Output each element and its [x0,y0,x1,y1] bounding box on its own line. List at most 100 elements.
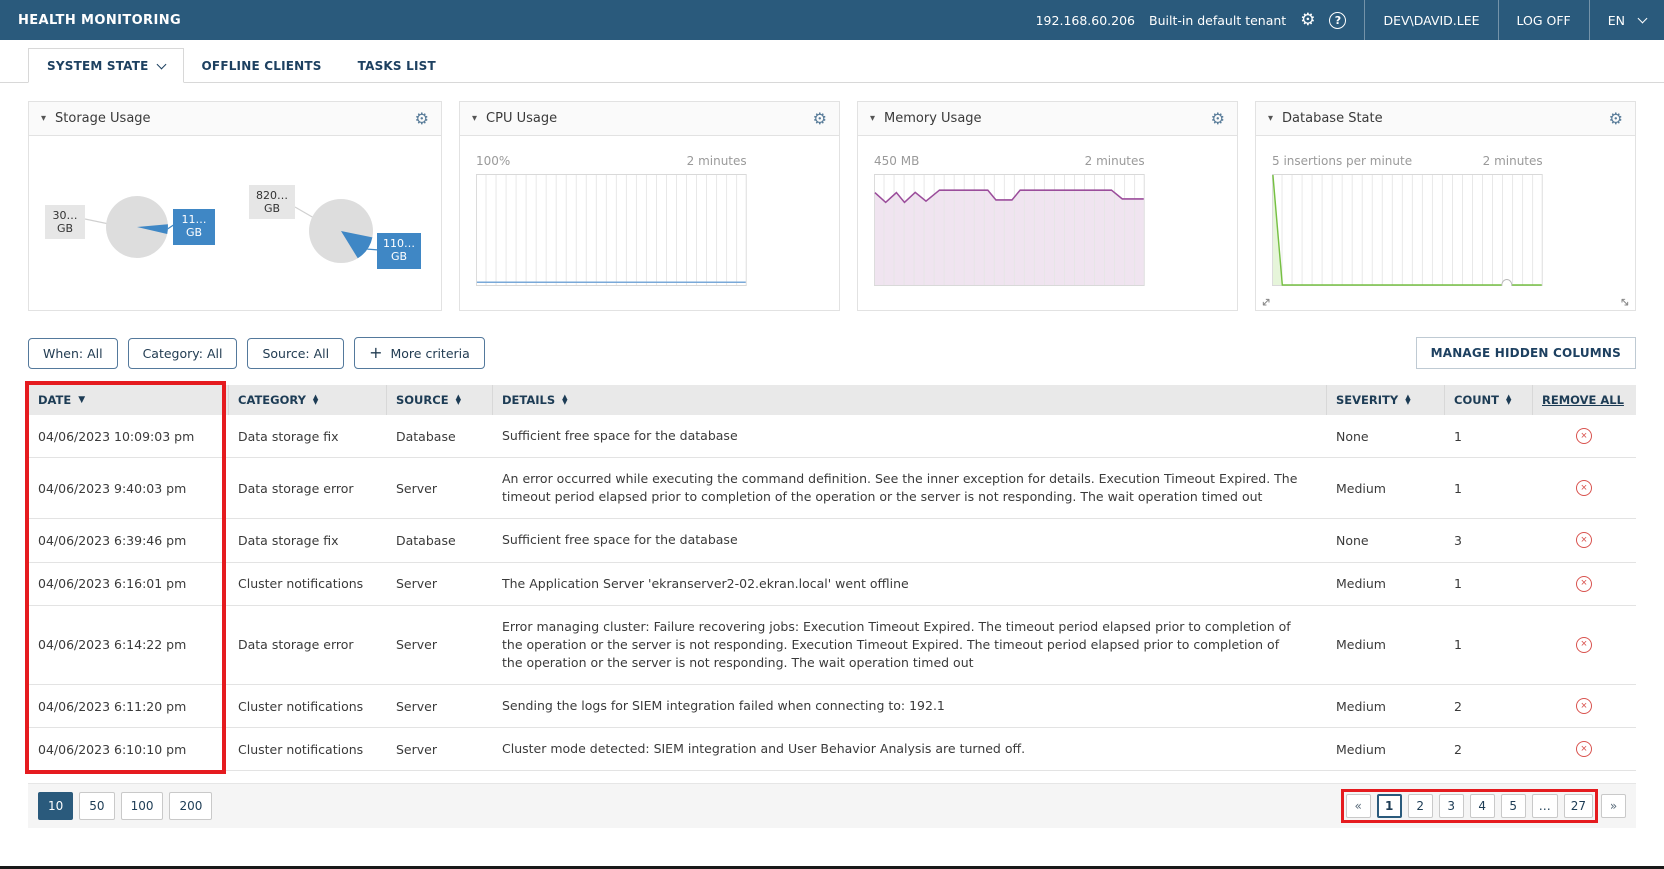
cell-severity: None [1326,415,1444,457]
table-row[interactable]: 04/06/2023 6:16:01 pm Cluster notificati… [28,563,1636,606]
pagination-prev[interactable]: « [1346,794,1371,818]
gear-icon[interactable]: ⚙ [1300,12,1315,29]
tab-bar: SYSTEM STATE OFFLINE CLIENTS TASKS LIST [0,40,1664,83]
cell-details: Error managing cluster: Failure recoveri… [492,606,1326,684]
filter-when[interactable]: When: All [28,338,118,369]
pagination-page-1[interactable]: 1 [1377,794,1402,818]
cell-count: 1 [1444,606,1532,684]
remove-all-header[interactable]: REMOVE ALL [1532,385,1636,415]
storage-pie-chart-2: 820…GB110…GB [247,165,425,287]
remove-icon: × [1576,637,1592,653]
tab-tasks-list[interactable]: TASKS LIST [340,49,454,82]
column-header-date[interactable]: DATE ▼ [28,385,228,415]
server-ip: 192.168.60.206 [1036,13,1135,28]
user-name[interactable]: DEV\DAVID.LEE [1383,13,1479,28]
table-row[interactable]: 04/06/2023 6:39:46 pm Data storage fix D… [28,519,1636,562]
manage-hidden-columns-button[interactable]: MANAGE HIDDEN COLUMNS [1416,337,1636,369]
cell-details: Sending the logs for SIEM integration fa… [492,685,1326,727]
column-header-category[interactable]: CATEGORY ▲▼ [228,385,386,415]
plus-icon: + [369,345,382,361]
help-icon[interactable]: ? [1329,12,1346,29]
svg-text:30…: 30… [53,209,78,222]
svg-text:820…: 820… [256,189,288,202]
log-off-button[interactable]: LOG OFF [1517,13,1571,28]
cell-date: 04/06/2023 6:39:46 pm [28,519,228,561]
svg-text:GB: GB [57,222,73,235]
table-row[interactable]: 04/06/2023 9:40:03 pm Data storage error… [28,458,1636,519]
gear-icon[interactable]: ⚙ [813,109,827,128]
remove-row-button[interactable]: × [1576,741,1592,757]
sort-icon: ▲▼ [313,395,318,405]
remove-row-button[interactable]: × [1576,698,1592,714]
remove-row-button[interactable]: × [1576,428,1592,444]
tab-offline-clients[interactable]: OFFLINE CLIENTS [184,49,340,82]
tenant-name[interactable]: Built-in default tenant [1149,13,1286,28]
widgets-row: ▾ Storage Usage ⚙ 30…GB11…GB 820…GB110…G… [28,101,1636,311]
remove-row-button[interactable]: × [1576,576,1592,592]
svg-text:11…: 11… [182,213,207,226]
widget-title: Memory Usage [884,111,982,126]
pagination-page-…[interactable]: … [1532,794,1558,818]
tab-system-state[interactable]: SYSTEM STATE [28,48,184,83]
cell-count: 2 [1444,728,1532,770]
cpu-line-chart [476,174,747,286]
page-size-200[interactable]: 200 [169,792,212,820]
cell-source: Server [386,458,492,518]
pagination-page-3[interactable]: 3 [1439,794,1464,818]
cell-source: Server [386,728,492,770]
cell-category: Cluster notifications [228,685,386,727]
table-row[interactable]: 04/06/2023 6:11:20 pm Cluster notificati… [28,685,1636,728]
column-header-count[interactable]: COUNT ▲▼ [1444,385,1532,415]
widget-storage-usage: ▾ Storage Usage ⚙ 30…GB11…GB 820…GB110…G… [28,101,442,311]
memory-line-chart [874,174,1145,286]
language-selector[interactable]: EN [1608,13,1625,28]
remove-row-button[interactable]: × [1576,637,1592,653]
cell-date: 04/06/2023 10:09:03 pm [28,415,228,457]
collapse-icon[interactable]: ▾ [41,113,46,124]
remove-row-button[interactable]: × [1576,480,1592,496]
table-row[interactable]: 04/06/2023 6:10:10 pm Cluster notificati… [28,728,1636,771]
cell-source: Server [386,563,492,605]
cell-category: Cluster notifications [228,728,386,770]
filter-source[interactable]: Source: All [247,338,344,369]
cell-source: Server [386,685,492,727]
gear-icon[interactable]: ⚙ [1609,109,1623,128]
cell-details: Sufficient free space for the database [492,519,1326,561]
cell-source: Database [386,415,492,457]
more-criteria-button[interactable]: + More criteria [354,337,485,369]
cell-count: 2 [1444,685,1532,727]
collapse-icon[interactable]: ▾ [472,113,477,124]
y-max-label: 100% [476,154,510,168]
pagination-page-4[interactable]: 4 [1470,794,1495,818]
column-header-details[interactable]: DETAILS ▲▼ [492,385,1326,415]
cell-details: Sufficient free space for the database [492,415,1326,457]
y-max-label: 450 MB [874,154,919,168]
filter-category[interactable]: Category: All [128,338,238,369]
remove-icon: × [1576,428,1592,444]
cell-severity: Medium [1326,606,1444,684]
collapse-icon[interactable]: ▾ [870,113,875,124]
remove-icon: × [1576,741,1592,757]
remove-all-link[interactable]: REMOVE ALL [1542,393,1624,407]
page-size-10[interactable]: 10 [38,792,73,820]
cell-count: 1 [1444,415,1532,457]
resize-icon[interactable]: ↔ [1617,294,1633,310]
pagination-page-5[interactable]: 5 [1501,794,1526,818]
page-size-50[interactable]: 50 [79,792,114,820]
gear-icon[interactable]: ⚙ [1211,109,1225,128]
storage-pie-chart-1: 30…GB11…GB [43,165,221,287]
column-header-source[interactable]: SOURCE ▲▼ [386,385,492,415]
table-row[interactable]: 04/06/2023 10:09:03 pm Data storage fix … [28,415,1636,458]
pagination-page-2[interactable]: 2 [1408,794,1433,818]
table-row[interactable]: 04/06/2023 6:14:22 pm Data storage error… [28,606,1636,685]
remove-row-button[interactable]: × [1576,532,1592,548]
cell-severity: Medium [1326,728,1444,770]
pagination-page-27[interactable]: 27 [1564,794,1593,818]
time-window-label: 2 minutes [1483,154,1543,168]
pagination-next[interactable]: » [1601,794,1626,818]
gear-icon[interactable]: ⚙ [415,109,429,128]
page-size-100[interactable]: 100 [121,792,164,820]
collapse-icon[interactable]: ▾ [1268,113,1273,124]
resize-icon[interactable]: ↔ [1258,294,1274,310]
column-header-severity[interactable]: SEVERITY ▲▼ [1326,385,1444,415]
